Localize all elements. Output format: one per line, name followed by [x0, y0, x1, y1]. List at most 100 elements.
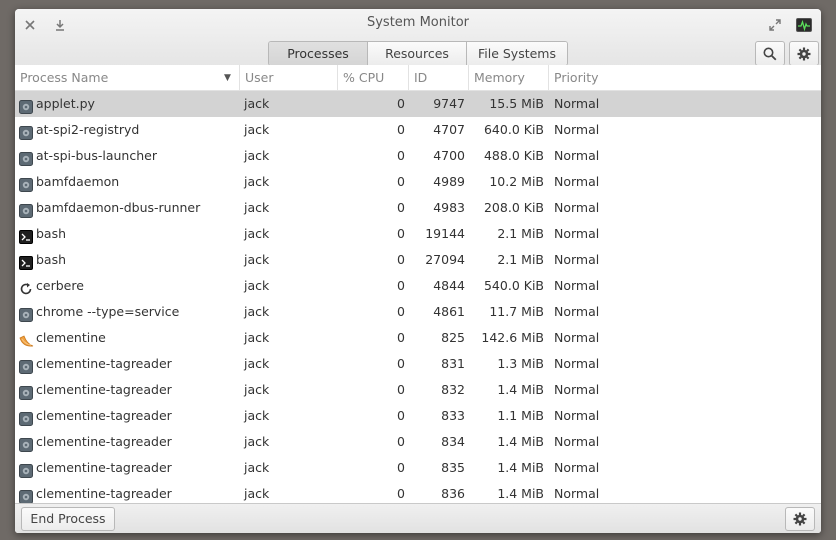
table-row[interactable]: clementine-tagreader jack 0 831 1.3 MiB Norma… [15, 351, 821, 377]
process-user: jack [244, 330, 270, 345]
column-cpu[interactable]: % CPU [338, 65, 409, 91]
process-cpu: 0 [397, 330, 405, 345]
process-memory: 1.4 MiB [497, 486, 544, 501]
process-user: jack [244, 382, 270, 397]
process-priority: Normal [554, 148, 600, 163]
process-priority: Normal [554, 382, 600, 397]
process-cpu: 0 [397, 460, 405, 475]
process-name: clementine-tagreader [36, 382, 172, 397]
process-id: 834 [441, 434, 465, 449]
process-name: chrome --type=service [36, 304, 180, 319]
maximize-icon[interactable] [764, 14, 786, 36]
process-user: jack [244, 174, 270, 189]
table-row[interactable]: at-spi-bus-launcher jack 0 4700 488.0 KiB Nor… [15, 143, 821, 169]
process-user: jack [244, 226, 270, 241]
process-memory: 488.0 KiB [483, 148, 544, 163]
process-user: jack [244, 356, 270, 371]
process-name: clementine-tagreader [36, 408, 172, 423]
process-user: jack [244, 148, 270, 163]
end-process-button[interactable]: End Process [21, 507, 115, 531]
table-row[interactable]: clementine-tagreader jack 0 834 1.4 MiB Norma… [15, 429, 821, 455]
table-row[interactable]: bash jack 0 19144 2.1 MiB Normal [15, 221, 821, 247]
sort-descending-icon: ▼ [224, 73, 231, 83]
column-memory[interactable]: Memory [469, 65, 549, 91]
process-user: jack [244, 434, 270, 449]
process-id: 27094 [425, 252, 465, 267]
process-memory: 10.2 MiB [489, 174, 544, 189]
process-user: jack [244, 408, 270, 423]
gear-icon [19, 383, 33, 400]
process-settings-button[interactable] [785, 507, 815, 531]
process-name: at-spi-bus-launcher [36, 148, 157, 163]
process-cpu: 0 [397, 200, 405, 215]
process-memory: 142.6 MiB [481, 330, 544, 345]
process-name: clementine-tagreader [36, 486, 172, 501]
process-id: 4707 [433, 122, 465, 137]
process-user: jack [244, 304, 270, 319]
process-name: clementine-tagreader [36, 356, 172, 371]
system-monitor-window: System Monitor Processes Resources File … [15, 9, 821, 533]
table-row[interactable]: chrome --type=service jack 0 4861 11.7 MiB No… [15, 299, 821, 325]
process-priority: Normal [554, 96, 600, 111]
table-row[interactable]: clementine jack 0 825 142.6 MiB Normal [15, 325, 821, 351]
tab-processes[interactable]: Processes [269, 42, 368, 65]
process-user: jack [244, 252, 270, 267]
process-id: 833 [441, 408, 465, 423]
process-memory: 208.0 KiB [483, 200, 544, 215]
process-memory: 1.4 MiB [497, 434, 544, 449]
process-list: applet.py jack 0 9747 15.5 MiB Normal at-spi2-… [15, 91, 821, 503]
process-table-header: Process Name ▼ User % CPU ID Memory Prio… [15, 65, 821, 91]
column-process-name-label: Process Name [20, 70, 109, 85]
process-id: 4844 [433, 278, 465, 293]
process-user: jack [244, 460, 270, 475]
process-cpu: 0 [397, 304, 405, 319]
column-user[interactable]: User [240, 65, 338, 91]
tab-file-systems[interactable]: File Systems [467, 42, 567, 65]
table-row[interactable]: clementine-tagreader jack 0 833 1.1 MiB Norma… [15, 403, 821, 429]
process-memory: 2.1 MiB [497, 226, 544, 241]
process-cpu: 0 [397, 434, 405, 449]
tangerine-icon [19, 331, 34, 347]
table-row[interactable]: clementine-tagreader jack 0 832 1.4 MiB Norma… [15, 377, 821, 403]
process-user: jack [244, 486, 270, 501]
process-memory: 11.7 MiB [489, 304, 544, 319]
search-button[interactable] [755, 41, 785, 66]
table-row[interactable]: clementine-tagreader jack 0 836 1.4 MiB Norma… [15, 481, 821, 503]
process-memory: 540.0 KiB [483, 278, 544, 293]
table-row[interactable]: cerbere jack 0 4844 540.0 KiB Normal [15, 273, 821, 299]
process-priority: Normal [554, 278, 600, 293]
table-row[interactable]: clementine-tagreader jack 0 835 1.4 MiB Norma… [15, 455, 821, 481]
table-row[interactable]: at-spi2-registryd jack 0 4707 640.0 KiB Norma… [15, 117, 821, 143]
table-row[interactable]: applet.py jack 0 9747 15.5 MiB Normal [15, 91, 821, 117]
tab-resources[interactable]: Resources [368, 42, 467, 65]
process-id: 832 [441, 382, 465, 397]
process-priority: Normal [554, 486, 600, 501]
process-priority: Normal [554, 252, 600, 267]
gear-icon [19, 175, 33, 192]
process-cpu: 0 [397, 96, 405, 111]
column-process-name[interactable]: Process Name ▼ [15, 65, 240, 91]
process-priority: Normal [554, 434, 600, 449]
process-name: clementine [36, 330, 106, 345]
column-id[interactable]: ID [409, 65, 469, 91]
process-cpu: 0 [397, 174, 405, 189]
table-row[interactable]: bamfdaemon jack 0 4989 10.2 MiB Normal [15, 169, 821, 195]
process-id: 835 [441, 460, 465, 475]
process-memory: 1.3 MiB [497, 356, 544, 371]
gear-icon [19, 305, 33, 322]
table-row[interactable]: bash jack 0 27094 2.1 MiB Normal [15, 247, 821, 273]
table-row[interactable]: bamfdaemon-dbus-runner jack 0 4983 208.0 KiB… [15, 195, 821, 221]
process-priority: Normal [554, 356, 600, 371]
process-memory: 1.4 MiB [497, 382, 544, 397]
settings-button[interactable] [789, 41, 819, 66]
process-cpu: 0 [397, 382, 405, 397]
gear-icon [19, 149, 33, 166]
column-priority[interactable]: Priority [549, 65, 821, 91]
window-title: System Monitor [366, 15, 470, 30]
process-id: 9747 [433, 96, 465, 111]
gear-icon [19, 487, 33, 503]
process-memory: 15.5 MiB [489, 96, 544, 111]
title-bar: System Monitor Processes Resources File … [15, 9, 821, 71]
process-user: jack [244, 278, 270, 293]
process-name: clementine-tagreader [36, 434, 172, 449]
